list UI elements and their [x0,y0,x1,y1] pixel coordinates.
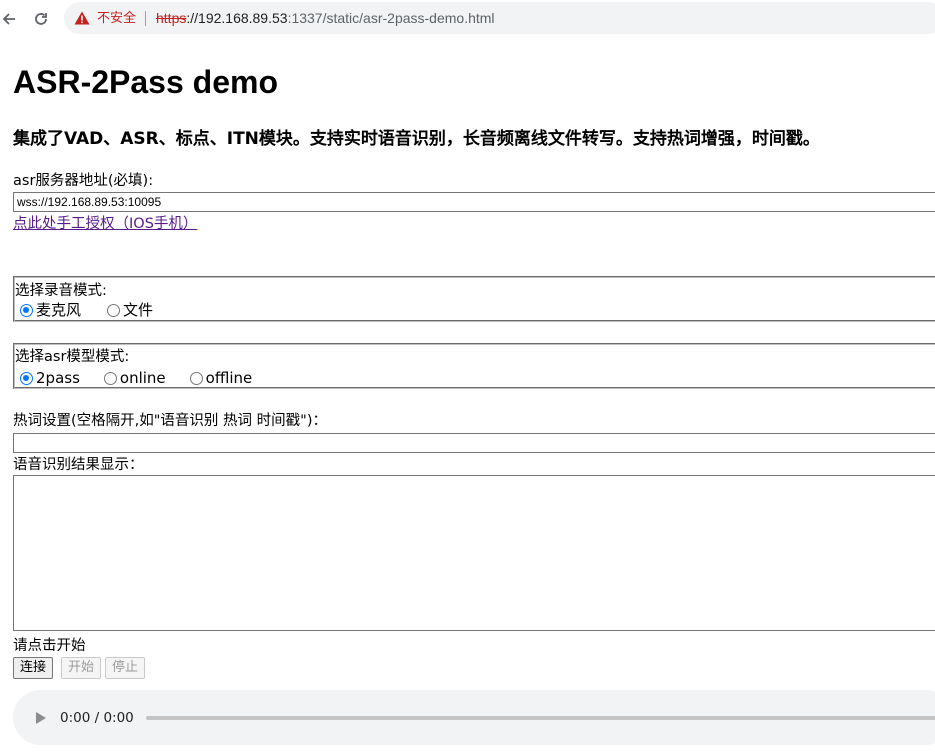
radio-online[interactable]: online [103,369,166,387]
asr-mode-options: 2pass online offline [20,369,270,387]
radio-label-online: online [119,369,166,387]
server-address-input[interactable]: wss://192.168.89.53:10095 [13,192,935,212]
audio-time: 0:00 / 0:00 [60,710,134,726]
radio-button-checked[interactable] [20,303,33,317]
result-textarea[interactable] [13,475,935,631]
radio-label-2pass: 2pass [36,369,80,387]
connect-button[interactable]: 连接 [13,657,54,679]
status-text: 请点击开始 [13,638,86,654]
reload-button[interactable] [28,6,54,32]
warning-triangle-icon [74,11,90,25]
radio-button[interactable] [103,371,117,385]
ios-auth-link[interactable]: 点此处手工授权（IOS手机） [13,214,197,234]
radio-button[interactable] [107,303,121,317]
start-button[interactable]: 开始 [61,657,102,679]
audio-player: 0:00 / 0:00 [13,690,935,745]
radio-microphone[interactable]: 麦克风 [20,301,81,319]
radio-button[interactable] [189,371,203,385]
record-mode-options: 麦克风 文件 [20,301,171,319]
hotword-input[interactable] [13,433,935,453]
url-host: ://192.168.89.53 [186,10,288,26]
url-text[interactable]: https://192.168.89.53:1337/static/asr-2p… [156,2,495,34]
asr-mode-legend: 选择asr模型模式: [15,349,130,365]
hotword-label: 热词设置(空格隔开,如"语音识别 热词 时间戳")： [13,413,327,429]
audio-seek-bar[interactable] [146,716,935,720]
browser-toolbar: 不安全 https://192.168.89.53:1337/static/as… [0,0,935,40]
url-path: :1337/static/asr-2pass-demo.html [287,10,495,26]
stop-button[interactable]: 停止 [105,657,146,679]
radio-label-microphone: 麦克风 [36,301,82,319]
security-status-label[interactable]: 不安全 [97,2,136,34]
reload-icon [35,13,47,25]
radio-label-offline: offline [205,369,253,387]
radio-file[interactable]: 文件 [107,301,153,319]
server-address-label: asr服务器地址(必填): [13,173,154,189]
play-icon[interactable] [35,711,47,725]
radio-button-checked[interactable] [20,371,33,385]
page-subtitle: 集成了VAD、ASR、标点、ITN模块。支持实时语音识别，长音频离线文件转写。支… [13,129,820,149]
url-scheme: https [156,10,187,26]
back-button[interactable] [0,6,22,32]
page-title: ASR-2Pass demo [13,64,278,100]
record-mode-legend: 选择录音模式: [15,283,107,299]
asr-mode-group: 选择asr模型模式: 2pass online offline [13,343,935,389]
address-bar[interactable]: 不安全 https://192.168.89.53:1337/static/as… [64,2,935,34]
arrow-left-icon [2,13,15,25]
radio-offline[interactable]: offline [189,369,253,387]
radio-label-file: 文件 [123,301,154,319]
radio-2pass[interactable]: 2pass [20,369,80,387]
result-label: 语音识别结果显示： [13,457,144,473]
divider [145,11,146,26]
control-buttons: 连接 开始 停止 [13,657,149,679]
record-mode-group: 选择录音模式: 麦克风 文件 [13,276,935,322]
